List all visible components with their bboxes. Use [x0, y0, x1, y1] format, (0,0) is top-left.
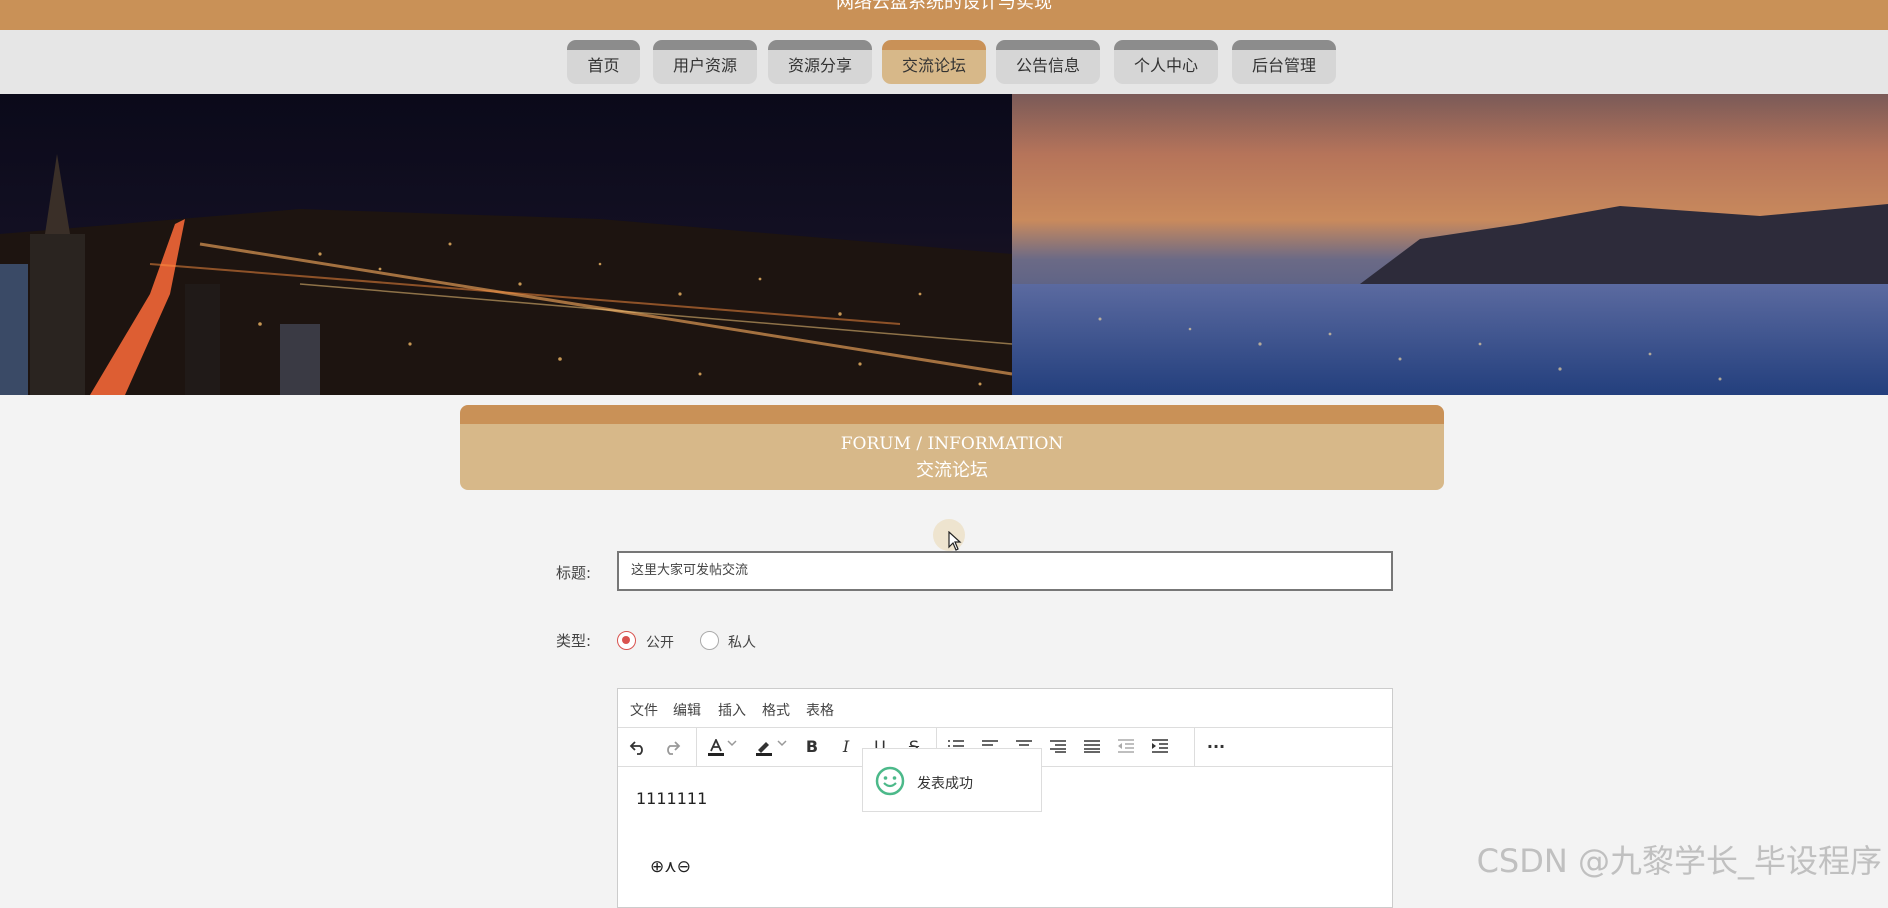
toolbar-separator: [1194, 728, 1195, 766]
indent-icon[interactable]: [1148, 736, 1172, 758]
chevron-down-icon[interactable]: [724, 736, 740, 758]
nav-item-admin[interactable]: 后台管理: [1232, 40, 1336, 84]
mouse-cursor-icon: [948, 531, 962, 551]
title-input[interactable]: 这里大家可发帖交流: [617, 551, 1393, 591]
site-title: 网络云盘系统的设计与实现: [836, 0, 1052, 13]
nav-item-forum[interactable]: 交流论坛: [882, 40, 986, 84]
align-justify-icon[interactable]: [1080, 736, 1104, 758]
menu-insert[interactable]: 插入: [718, 700, 746, 720]
watermark: CSDN @九黎学长_毕设程序: [1476, 842, 1882, 880]
radio-public-label[interactable]: 公开: [646, 632, 674, 652]
section-title-zh: 交流论坛: [916, 460, 988, 481]
highlight-color-icon[interactable]: [752, 736, 776, 758]
chevron-down-icon[interactable]: [774, 736, 790, 758]
success-toast: 发表成功: [862, 748, 1042, 812]
nav-item-resource-sharing[interactable]: 资源分享: [768, 40, 872, 84]
italic-icon[interactable]: I: [834, 736, 858, 758]
toast-message: 发表成功: [917, 776, 973, 792]
toolbar-separator: [696, 728, 697, 766]
menu-file[interactable]: 文件: [630, 700, 658, 720]
editor-formula: ⊕⋏⊖: [650, 857, 691, 877]
redo-icon[interactable]: [660, 736, 684, 758]
site-title-bar: 网络云盘系统的设计与实现: [0, 0, 1888, 30]
menu-edit[interactable]: 编辑: [673, 700, 701, 720]
banner-image: [0, 94, 1888, 395]
editor-menubar: 文件 编辑 插入 格式 表格: [618, 689, 1392, 728]
undo-icon[interactable]: [626, 736, 650, 758]
banner: [0, 94, 1888, 395]
menu-format[interactable]: 格式: [762, 700, 790, 720]
outdent-icon[interactable]: [1114, 736, 1138, 758]
main-nav: 首页 用户资源 资源分享 交流论坛 公告信息 个人中心 后台管理: [0, 30, 1888, 94]
nav-item-user-resources[interactable]: 用户资源: [653, 40, 757, 84]
section-header: FORUM / INFORMATION 交流论坛: [460, 405, 1444, 490]
nav-item-personal-center[interactable]: 个人中心: [1114, 40, 1218, 84]
nav-item-home[interactable]: 首页: [567, 40, 640, 84]
nav-item-announcements[interactable]: 公告信息: [996, 40, 1100, 84]
radio-public[interactable]: [617, 631, 636, 650]
type-label: 类型:: [556, 632, 592, 650]
editor-content[interactable]: 1111111: [636, 789, 707, 808]
title-label: 标题:: [556, 564, 592, 582]
section-title-en: FORUM / INFORMATION: [840, 434, 1064, 454]
radio-private[interactable]: [700, 631, 719, 650]
smile-icon: [875, 766, 905, 796]
radio-private-label[interactable]: 私人: [728, 632, 756, 652]
align-right-icon[interactable]: [1046, 736, 1070, 758]
more-icon[interactable]: ···: [1204, 736, 1228, 758]
bold-icon[interactable]: B: [800, 736, 824, 758]
menu-table[interactable]: 表格: [806, 700, 834, 720]
